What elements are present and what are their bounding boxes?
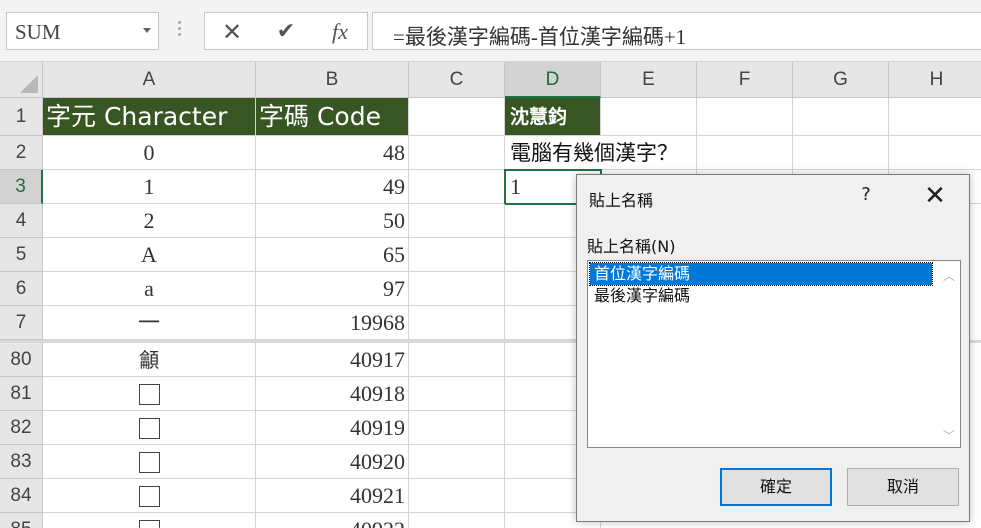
column-header-f[interactable]: F xyxy=(697,62,793,98)
cell-b83[interactable]: 40920 xyxy=(256,445,409,479)
row-header-7[interactable]: 7 xyxy=(0,306,43,340)
paste-name-label: 貼上名稱(N) xyxy=(587,237,676,256)
row-header-83[interactable]: 83 xyxy=(0,445,43,479)
missing-glyph-box-icon xyxy=(138,452,160,474)
cell-c83[interactable] xyxy=(409,445,505,479)
cell-c5[interactable] xyxy=(409,238,505,272)
row-header-1[interactable]: 1 xyxy=(0,98,43,136)
cell-b3[interactable]: 49 xyxy=(256,170,409,204)
cell-c2[interactable] xyxy=(409,136,505,170)
cell-h1[interactable] xyxy=(889,98,981,136)
cell-b6[interactable]: 97 xyxy=(256,272,409,306)
paste-name-dialog: 貼上名稱 ? ✕ 貼上名稱(N) 首位漢字編碼 最後漢字編碼 ︿ ﹀ 確定 取消 xyxy=(576,174,970,522)
missing-glyph-box-icon xyxy=(138,486,160,508)
cell-e1[interactable] xyxy=(601,98,697,136)
cell-a1[interactable]: 字元 Character xyxy=(43,98,256,136)
ok-button[interactable]: 確定 xyxy=(720,468,832,506)
cell-a2[interactable]: 0 xyxy=(43,136,256,170)
formula-bar-area: SUM ✕ ✔ fx =最後漢字編碼-首位漢字編碼+1 xyxy=(0,0,981,62)
cell-b81[interactable]: 40918 xyxy=(256,377,409,411)
list-item[interactable]: 首位漢字編碼 xyxy=(589,262,933,286)
cell-c7[interactable] xyxy=(409,306,505,340)
column-header-b[interactable]: B xyxy=(256,62,409,98)
row-header-2[interactable]: 2 xyxy=(0,136,43,170)
name-listbox[interactable]: 首位漢字編碼 最後漢字編碼 ︿ ﹀ xyxy=(587,260,961,448)
cell-c84[interactable] xyxy=(409,479,505,513)
column-header-g[interactable]: G xyxy=(793,62,889,98)
list-item[interactable]: 最後漢字編碼 xyxy=(590,285,932,307)
cell-c81[interactable] xyxy=(409,377,505,411)
missing-glyph-box-icon xyxy=(138,520,160,528)
name-box[interactable]: SUM xyxy=(6,12,159,50)
cell-a80[interactable]: 龥 xyxy=(43,343,256,377)
cell-a7[interactable]: 一 xyxy=(43,306,256,340)
cell-a81[interactable] xyxy=(43,377,256,411)
select-all-corner[interactable] xyxy=(0,62,43,98)
column-header-h[interactable]: H xyxy=(889,62,981,98)
cell-c85[interactable] xyxy=(409,513,505,528)
cell-h2[interactable] xyxy=(889,136,981,170)
scroll-down-icon[interactable]: ﹀ xyxy=(942,427,956,443)
row-header-81[interactable]: 81 xyxy=(0,377,43,411)
cell-e2[interactable] xyxy=(601,136,697,170)
cell-b85[interactable]: 40922 xyxy=(256,513,409,528)
cell-a3[interactable]: 1 xyxy=(43,170,256,204)
help-icon[interactable]: ? xyxy=(855,184,877,208)
missing-glyph-box-icon xyxy=(138,384,160,406)
cell-b84[interactable]: 40921 xyxy=(256,479,409,513)
cancel-entry-icon[interactable]: ✕ xyxy=(217,17,247,47)
cell-c1[interactable] xyxy=(409,98,505,136)
row-header-82[interactable]: 82 xyxy=(0,411,43,445)
column-header-a[interactable]: A xyxy=(43,62,256,98)
cell-c4[interactable] xyxy=(409,204,505,238)
cell-a82[interactable] xyxy=(43,411,256,445)
cell-b4[interactable]: 50 xyxy=(256,204,409,238)
row-header-5[interactable]: 5 xyxy=(0,238,43,272)
cell-a5[interactable]: A xyxy=(43,238,256,272)
cell-d2[interactable]: 電腦有幾個漢字？ xyxy=(505,136,678,170)
row-header-4[interactable]: 4 xyxy=(0,204,43,238)
name-box-value: SUM xyxy=(15,20,61,44)
formula-input[interactable]: =最後漢字編碼-首位漢字編碼+1 xyxy=(372,12,981,50)
row-header-6[interactable]: 6 xyxy=(0,272,43,306)
row-header-3[interactable]: 3 xyxy=(0,170,43,204)
cell-c6[interactable] xyxy=(409,272,505,306)
cell-b1[interactable]: 字碼 Code xyxy=(256,98,409,136)
cell-a83[interactable] xyxy=(43,445,256,479)
formula-text: =最後漢字編碼-首位漢字編碼+1 xyxy=(393,25,687,49)
formula-buttons: ✕ ✔ fx xyxy=(204,12,368,50)
row-header-84[interactable]: 84 xyxy=(0,479,43,513)
column-header-d[interactable]: D xyxy=(505,62,601,98)
cell-a6[interactable]: a xyxy=(43,272,256,306)
cell-c82[interactable] xyxy=(409,411,505,445)
column-header-c[interactable]: C xyxy=(409,62,505,98)
cell-b7[interactable]: 19968 xyxy=(256,306,409,340)
close-icon[interactable]: ✕ xyxy=(923,183,947,209)
enter-entry-icon[interactable]: ✔ xyxy=(271,17,301,47)
insert-function-icon[interactable]: fx xyxy=(325,17,355,47)
cell-f1[interactable] xyxy=(697,98,793,136)
cancel-button[interactable]: 取消 xyxy=(847,468,959,506)
missing-glyph-box-icon xyxy=(138,418,160,440)
cell-b2[interactable]: 48 xyxy=(256,136,409,170)
formula-bar-grip-icon[interactable] xyxy=(178,21,182,41)
cell-c80[interactable] xyxy=(409,343,505,377)
column-header-e[interactable]: E xyxy=(601,62,697,98)
row-header-85[interactable]: 85 xyxy=(0,513,43,528)
cell-g1[interactable] xyxy=(793,98,889,136)
cell-a85[interactable] xyxy=(43,513,256,528)
cell-b80[interactable]: 40917 xyxy=(256,343,409,377)
cell-a4[interactable]: 2 xyxy=(43,204,256,238)
cell-f2[interactable] xyxy=(697,136,793,170)
cell-b5[interactable]: 65 xyxy=(256,238,409,272)
cell-d1[interactable]: 沈慧鈞 xyxy=(505,98,601,136)
cell-g2[interactable] xyxy=(793,136,889,170)
cell-a84[interactable] xyxy=(43,479,256,513)
row-header-80[interactable]: 80 xyxy=(0,343,43,377)
scroll-up-icon[interactable]: ︿ xyxy=(942,267,956,283)
name-box-dropdown-icon[interactable] xyxy=(143,28,151,33)
dialog-title: 貼上名稱 xyxy=(589,191,654,210)
cell-c3[interactable] xyxy=(409,170,505,204)
cell-b82[interactable]: 40919 xyxy=(256,411,409,445)
